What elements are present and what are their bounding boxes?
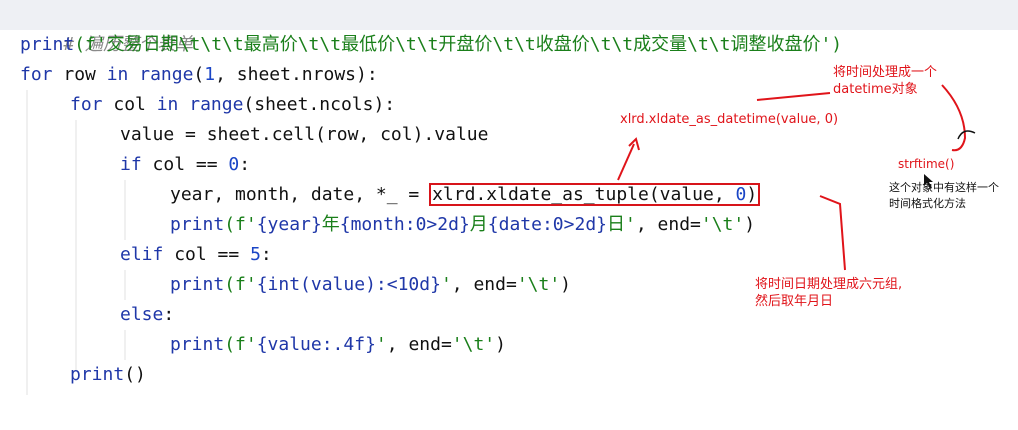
elif-keyword: elif (120, 244, 164, 265)
range-end: , sheet.nrows): (215, 64, 378, 85)
fstring-open: (f' (224, 214, 257, 235)
datetime-note-line1: 将时间处理成一个 (833, 65, 938, 80)
loop-var: row (52, 64, 107, 85)
header-string: 交易日期\t\t\t最高价\t\t最低价\t\t开盘价\t\t收盘价\t\t成交… (106, 34, 821, 55)
if-keyword: if (120, 154, 142, 175)
code-line-print-empty[interactable]: print() (70, 360, 146, 390)
unpack-lhs: year, month, date, *_ = (170, 184, 431, 205)
else-colon: : (163, 304, 175, 325)
code-line-print-header[interactable]: print(f'交易日期\t\t\t最高价\t\t最低价\t\t开盘价\t\t收… (20, 30, 842, 60)
code-line-unpack[interactable]: year, month, date, *_ = xlrd.xldate_as_t… (170, 180, 761, 210)
else-keyword: else (120, 304, 164, 325)
in-keyword: in (106, 64, 129, 85)
tuple-close: ) (746, 184, 758, 205)
fstring-text-month: 月 (469, 214, 488, 235)
print-close: ) (560, 274, 572, 295)
fstring-close-quote: ' (375, 334, 387, 355)
code-line-for-row[interactable]: for row in range(1, sheet.nrows): (20, 60, 378, 90)
strftime-explain-line2: 时间格式化方法 (889, 197, 966, 210)
print-keyword: print (70, 364, 125, 385)
end-value: '\t' (451, 334, 496, 355)
tuple-note: 将时间日期处理成六元组, 然后取年月日 (755, 276, 902, 310)
for-keyword: for (70, 94, 103, 115)
tuple-datemode: 0 (735, 184, 747, 205)
end-kwarg: , end= (635, 214, 701, 235)
code-line-print-int[interactable]: print(f'{int(value):<10d}', end='\t') (170, 270, 571, 300)
tuple-call: xlrd.xldate_as_tuple(value, (432, 184, 736, 205)
value-assign: value = sheet.cell(row, col).value (120, 124, 489, 145)
datetime-note: 将时间处理成一个 datetime对象 (833, 64, 937, 98)
fstring-open: (f' (224, 334, 257, 355)
code-line-for-col[interactable]: for col in range(sheet.ncols): (70, 90, 395, 120)
print-close: ) (495, 334, 506, 355)
range-builtin: range (178, 94, 244, 115)
fstring-date: {date:0>2d} (487, 214, 607, 235)
for-keyword: for (20, 64, 53, 85)
print-keyword: print (170, 274, 225, 295)
elif-colon: : (260, 244, 272, 265)
end-kwarg: , end= (451, 274, 517, 295)
print-keyword: print (20, 34, 75, 55)
end-value: '\t' (700, 214, 745, 235)
code-line-if-col[interactable]: if col == 0: (120, 150, 250, 180)
tuple-note-line2: 然后取年月日 (755, 294, 834, 309)
tuple-note-line1: 将时间日期处理成六元组, (755, 277, 903, 292)
datetime-note-line2: datetime对象 (833, 82, 918, 97)
strftime-note: strftime() (898, 156, 954, 173)
range-builtin: range (128, 64, 194, 85)
code-line-elif-col[interactable]: elif col == 5: (120, 240, 272, 270)
xldate-as-tuple-highlight: xlrd.xldate_as_tuple(value, 0) (429, 183, 761, 206)
print-close: ) (744, 214, 756, 235)
fstring-text-day: 日' (607, 214, 636, 235)
fstring-value: {value:.4f} (256, 334, 376, 355)
fstring-close-quote: ' (440, 274, 452, 295)
range-start: 1 (204, 64, 216, 85)
as-datetime-text: xlrd.xldate_as_datetime(value, 0) (620, 112, 839, 127)
fstring-prefix: (f' (74, 34, 107, 55)
strftime-explain-line1: 这个对象中有这样一个 (889, 181, 999, 194)
header-close: ') (820, 34, 843, 55)
fstring-month: {month:0>2d} (339, 214, 470, 235)
if-colon: : (239, 154, 251, 175)
elif-number: 5 (250, 244, 261, 265)
if-condition: col == (141, 154, 229, 175)
if-number: 0 (228, 154, 240, 175)
print-keyword: print (170, 214, 225, 235)
end-kwarg: , end= (386, 334, 452, 355)
strftime-text: strftime() (898, 157, 955, 171)
range-args: (sheet.ncols): (243, 94, 396, 115)
print-keyword: print (170, 334, 225, 355)
print-args: () (124, 364, 146, 385)
code-line-print-value[interactable]: print(f'{value:.4f}', end='\t') (170, 330, 506, 360)
code-line-value[interactable]: value = sheet.cell(row, col).value (120, 120, 488, 150)
code-line-comment[interactable]: # 遍历整个表单 (0, 0, 1018, 55)
code-line-else[interactable]: else: (120, 300, 174, 330)
range-open: ( (193, 64, 205, 85)
loop-var: col (102, 94, 157, 115)
fstring-text-year: 年 (321, 214, 340, 235)
strftime-explain: 这个对象中有这样一个 时间格式化方法 (889, 180, 999, 212)
code-editor[interactable]: # 遍历整个表单 print(f'交易日期\t\t\t最高价\t\t最低价\t\… (0, 0, 1018, 430)
end-value: '\t' (516, 274, 561, 295)
fstring-int: {int(value):<10d} (256, 274, 441, 295)
as-datetime-note: xlrd.xldate_as_datetime(value, 0) (620, 111, 838, 128)
in-keyword: in (156, 94, 179, 115)
elif-condition: col == (163, 244, 251, 265)
code-line-print-date[interactable]: print(f'{year}年{month:0>2d}月{date:0>2d}日… (170, 210, 755, 240)
fstring-open: (f' (224, 274, 257, 295)
fstring-year: {year} (256, 214, 322, 235)
